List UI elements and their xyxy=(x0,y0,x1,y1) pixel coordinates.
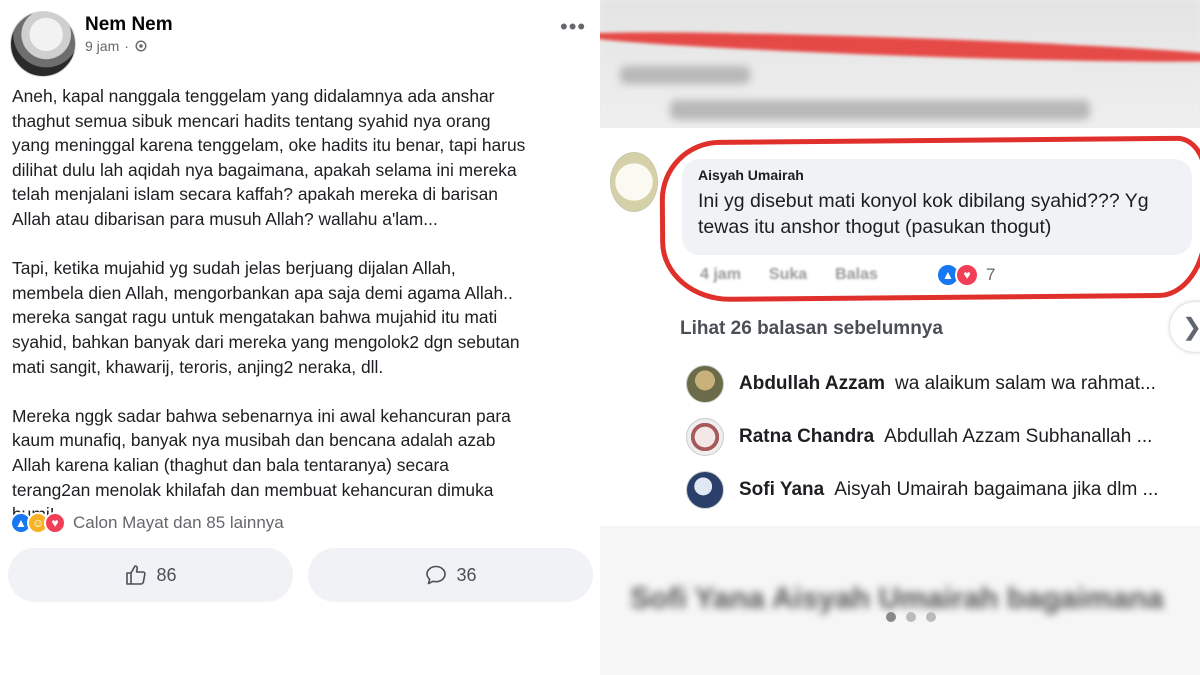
blurred-reply-text: Sofi Yana Aisyah Umairah bagaimana xyxy=(630,582,1164,615)
post-time[interactable]: 9 jam xyxy=(85,38,119,54)
reply-text: wa alaikum salam wa rahmat... xyxy=(895,373,1156,394)
post-paragraph-1: Aneh, kapal nanggala tenggelam yang dida… xyxy=(12,86,526,229)
carousel-dots xyxy=(886,612,936,622)
love-reaction-icon: ♥ xyxy=(44,512,66,534)
comment-count: 36 xyxy=(456,564,477,585)
reactions-text: Calon Mayat dan 85 lainnya xyxy=(73,513,284,532)
red-annotation-circle xyxy=(659,135,1200,303)
comment-thread-screenshot: Aisyah Umairah Ini yg disebut mati konyo… xyxy=(600,0,1200,675)
reply-author[interactable]: Sofi Yana xyxy=(739,479,824,501)
settings-icon xyxy=(135,40,147,52)
blurred-name xyxy=(620,66,750,84)
reply-item[interactable]: Ratna Chandra Abdullah Azzam Subhanallah… xyxy=(686,418,1152,456)
facebook-post: Nem Nem 9 jam · ••• Aneh, kapal nanggala… xyxy=(0,0,600,675)
reaction-summary[interactable]: ▲ ☺ ♥ Calon Mayat dan 85 lainnya xyxy=(10,512,284,534)
carousel-dot xyxy=(886,612,896,622)
carousel-dot xyxy=(926,612,936,622)
reply-avatar[interactable] xyxy=(686,471,724,509)
like-button[interactable]: 86 xyxy=(8,548,293,602)
blurred-text xyxy=(670,100,1090,120)
separator-dot: · xyxy=(124,38,129,54)
reply-avatar[interactable] xyxy=(686,365,724,403)
reply-text: Abdullah Azzam Subhanallah ... xyxy=(884,426,1153,447)
reply-author[interactable]: Ratna Chandra xyxy=(739,426,874,448)
post-paragraph-3: Mereka nggk sadar bahwa sebenarnya ini a… xyxy=(12,405,511,524)
reply-item[interactable]: Sofi Yana Aisyah Umairah bagaimana jika … xyxy=(686,471,1158,509)
post-body: Aneh, kapal nanggala tenggelam yang dida… xyxy=(12,84,592,551)
like-count: 86 xyxy=(156,564,177,585)
view-previous-replies-link[interactable]: Lihat 26 balasan sebelumnya xyxy=(680,318,943,340)
reply-item[interactable]: Abdullah Azzam wa alaikum salam wa rahma… xyxy=(686,365,1156,403)
post-author-name[interactable]: Nem Nem xyxy=(85,14,173,36)
carousel-dot xyxy=(906,612,916,622)
post-paragraph-2: Tapi, ketika mujahid yg sudah jelas berj… xyxy=(12,258,520,377)
author-avatar[interactable] xyxy=(10,11,76,77)
post-meta: 9 jam · xyxy=(85,38,148,54)
reply-avatar[interactable] xyxy=(686,418,724,456)
comment-icon xyxy=(426,565,447,585)
reply-author[interactable]: Abdullah Azzam xyxy=(739,373,885,395)
reply-text: Aisyah Umairah bagaimana jika dlm ... xyxy=(834,479,1159,500)
comment-button[interactable]: 36 xyxy=(308,548,593,602)
more-icon[interactable]: ••• xyxy=(560,14,586,40)
commenter-avatar[interactable] xyxy=(610,152,658,212)
thumbs-up-icon xyxy=(126,565,147,585)
